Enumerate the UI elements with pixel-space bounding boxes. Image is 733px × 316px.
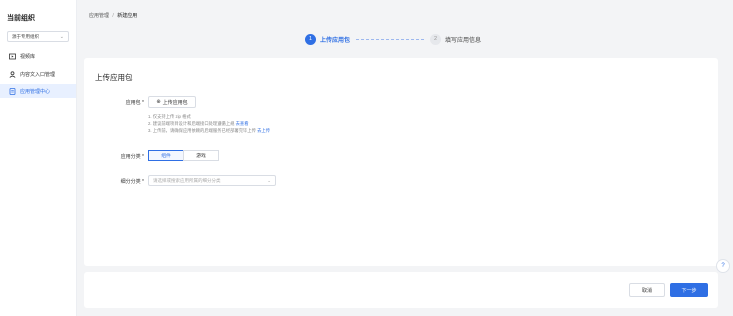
- user-group-icon: [9, 70, 16, 78]
- form-title: 上传应用包: [95, 73, 133, 82]
- action-footer: 取消 下一步: [84, 272, 718, 308]
- step-indicator: 1 上传应用包 2 填写应用信息: [305, 32, 481, 46]
- category-option-component[interactable]: 组件: [148, 150, 184, 161]
- sidebar-item-label: 应用管理中心: [20, 88, 51, 95]
- step-2-circle: 2: [430, 33, 442, 45]
- upload-form-card: 上传应用包 应用包 * ⊕ 上传应用包 1. 仅支持上传 zip 格式 2. 建…: [84, 58, 718, 266]
- chevron-down-icon: ⌄: [59, 33, 64, 40]
- org-select-value: 源于专用组织: [12, 33, 39, 39]
- app-doc-icon: [9, 87, 16, 95]
- sidebar-title: 当前组织: [7, 15, 35, 22]
- sidebar-item-app-management[interactable]: 应用管理中心: [0, 84, 76, 98]
- help-float-icon[interactable]: ?: [716, 259, 730, 273]
- sidebar-item-label: 视频库: [20, 53, 36, 60]
- category-radio-group: 组件 游戏: [148, 150, 219, 161]
- upload-button-label: 上传应用包: [162, 99, 188, 106]
- subcategory-select[interactable]: 请选择或搜索应用所属的细分分类 ⌄: [148, 175, 276, 186]
- subcategory-placeholder: 请选择或搜索应用所属的细分分类: [153, 177, 221, 183]
- hint-3-text: 3. 上传前，请确保应用依赖的后端服务已经部署完毕上传: [148, 128, 256, 133]
- subcategory-label: 细分分类 *: [120, 179, 144, 185]
- step-2-label: 填写应用信息: [445, 37, 482, 44]
- cancel-button[interactable]: 取消: [629, 283, 665, 297]
- video-library-icon: [9, 53, 16, 60]
- upload-package-button[interactable]: ⊕ 上传应用包: [148, 96, 196, 108]
- hint-2-link[interactable]: 去查看: [236, 121, 249, 126]
- sidebar: 当前组织 源于专用组织 ⌄ 视频库 内容文入口管理 应用管理中心: [0, 0, 77, 316]
- hint-1: 1. 仅支持上传 zip 格式: [148, 114, 191, 119]
- category-option-game[interactable]: 游戏: [183, 150, 219, 161]
- org-select[interactable]: 源于专用组织 ⌄: [7, 31, 69, 42]
- step-1-label: 上传应用包: [320, 37, 351, 44]
- sidebar-item-label: 内容文入口管理: [20, 71, 56, 78]
- hint-3-link[interactable]: 去上传: [257, 128, 270, 133]
- category-label: 应用分类 *: [120, 154, 144, 160]
- breadcrumb: 应用管理 / 新建应用: [89, 12, 137, 19]
- hint-2-text: 2. 建议前端项目设计和后端接口处理遵循上规: [148, 121, 235, 126]
- step-1-circle: 1: [305, 33, 316, 45]
- next-button[interactable]: 下一步: [670, 283, 708, 297]
- sidebar-item-content-entry[interactable]: 内容文入口管理: [0, 67, 76, 81]
- package-label: 应用包 *: [125, 100, 144, 106]
- breadcrumb-separator: /: [112, 13, 114, 19]
- step-connector: [356, 38, 425, 40]
- upload-icon: ⊕: [156, 99, 161, 105]
- hint-3: 3. 上传前，请确保应用依赖的后端服务已经部署完毕上传 去上传: [148, 128, 270, 134]
- sidebar-item-video-library[interactable]: 视频库: [0, 49, 76, 63]
- breadcrumb-current: 新建应用: [117, 13, 138, 19]
- chevron-down-icon: ⌄: [267, 177, 271, 183]
- hint-2: 2. 建议前端项目设计和后端接口处理遵循上规 去查看: [148, 121, 249, 127]
- breadcrumb-parent[interactable]: 应用管理: [89, 13, 109, 19]
